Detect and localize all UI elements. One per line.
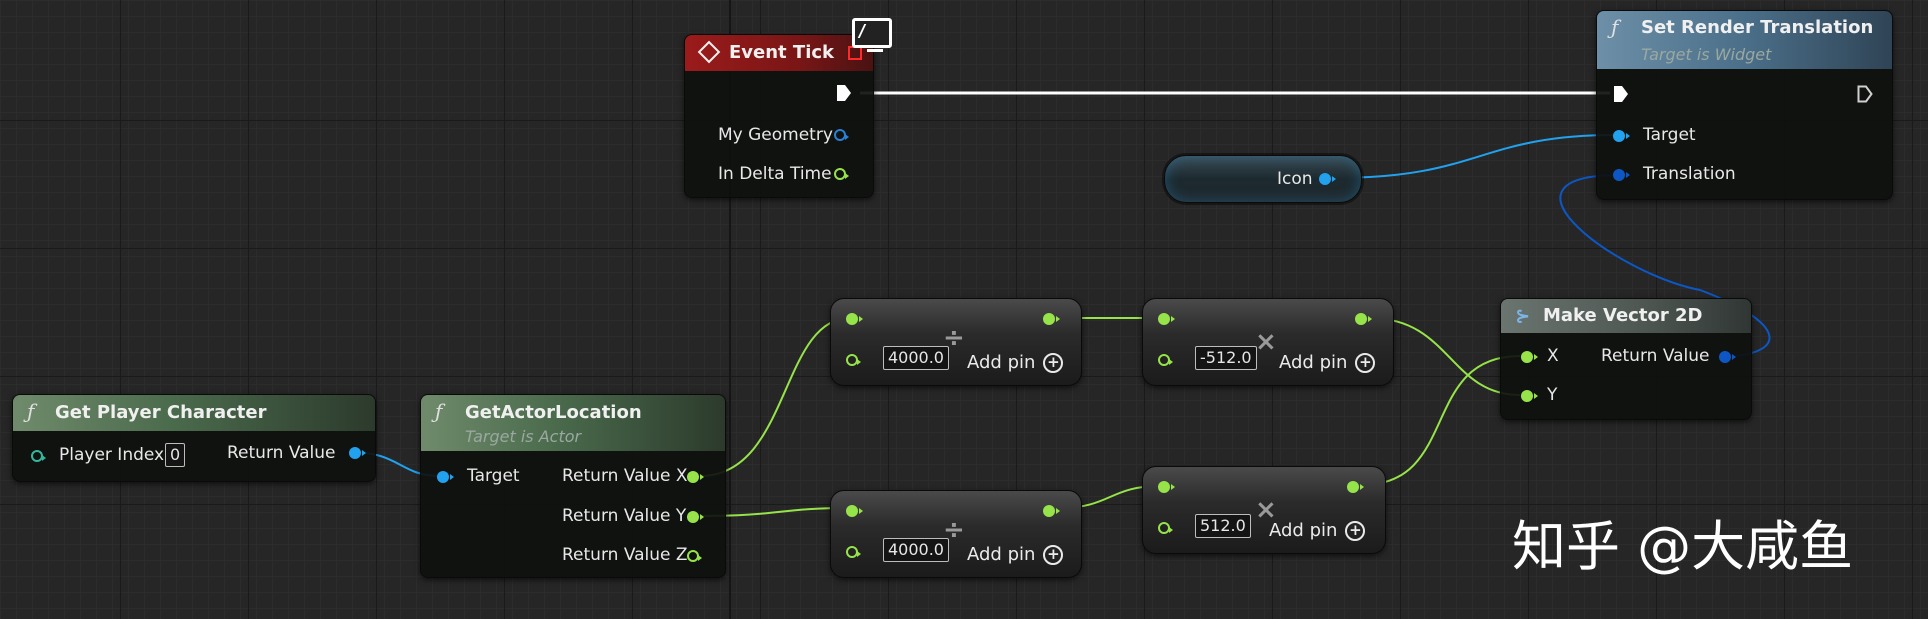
input-a-pin[interactable] xyxy=(1158,481,1175,493)
y-label: Y xyxy=(1547,385,1558,405)
target-label: Target xyxy=(467,466,520,486)
node-header: ⊱ Make Vector 2D xyxy=(1501,299,1751,333)
node-subtitle: Target is Actor xyxy=(465,427,582,446)
return-value-pin[interactable] xyxy=(349,447,366,459)
in-delta-time-label: In Delta Time xyxy=(718,164,832,184)
node-title: Make Vector 2D xyxy=(1543,305,1703,326)
output-pin[interactable] xyxy=(1043,505,1060,517)
function-icon: ƒ xyxy=(27,399,35,423)
add-pin-button[interactable]: Add pin + xyxy=(1269,520,1366,541)
return-y-pin[interactable] xyxy=(687,511,704,523)
event-icon xyxy=(697,40,721,64)
input-b-pin[interactable] xyxy=(1158,522,1173,534)
plus-icon: + xyxy=(1043,353,1064,373)
multiply-icon: × xyxy=(1255,327,1277,357)
player-index-pin[interactable] xyxy=(31,450,46,462)
get-player-character-node[interactable]: ƒ Get Player Character Player Index 0 Re… xyxy=(12,394,376,482)
input-a-pin[interactable] xyxy=(1158,313,1175,325)
target-pin[interactable] xyxy=(437,471,454,483)
exec-out-pin[interactable] xyxy=(836,84,852,102)
output-pin[interactable] xyxy=(1355,313,1372,325)
input-b-pin[interactable] xyxy=(1158,354,1173,366)
divide-icon: ÷ xyxy=(943,323,965,353)
return-x-label: Return Value X xyxy=(562,466,688,486)
my-geometry-pin[interactable] xyxy=(834,129,849,141)
input-a-pin[interactable] xyxy=(846,505,863,517)
icon-variable-label: Icon xyxy=(1277,169,1313,189)
player-index-label: Player Index xyxy=(59,445,165,465)
target-pin[interactable] xyxy=(1613,130,1630,142)
output-pin[interactable] xyxy=(1043,313,1060,325)
return-z-pin[interactable] xyxy=(687,550,702,562)
return-y-label: Return Value Y xyxy=(562,506,687,526)
node-title: Event Tick xyxy=(729,42,835,63)
multiplier-input[interactable]: 512.0 xyxy=(1195,514,1251,538)
input-b-pin[interactable] xyxy=(846,546,861,558)
node-title: Set Render Translation xyxy=(1641,17,1874,38)
plus-icon: + xyxy=(1345,521,1366,541)
node-header: ƒ GetActorLocation Target is Actor xyxy=(421,395,725,451)
divisor-input[interactable]: 4000.0 xyxy=(883,346,949,370)
input-a-pin[interactable] xyxy=(846,313,863,325)
node-header: ƒ Set Render Translation Target is Widge… xyxy=(1597,11,1892,69)
node-subtitle: Target is Widget xyxy=(1641,45,1772,64)
object-wire-icon xyxy=(1334,134,1616,179)
divide-node-top[interactable]: 4000.0 ÷ Add pin + xyxy=(830,298,1082,386)
return-z-label: Return Value Z xyxy=(562,545,688,565)
make-vector-2d-node[interactable]: ⊱ Make Vector 2D X Return Value Y xyxy=(1500,298,1752,420)
y-pin[interactable] xyxy=(1521,390,1538,402)
translation-pin[interactable] xyxy=(1613,169,1630,181)
add-pin-button[interactable]: Add pin + xyxy=(967,352,1064,373)
add-pin-button[interactable]: Add pin + xyxy=(1279,352,1376,373)
input-b-pin[interactable] xyxy=(846,354,861,366)
return-value-label: Return Value xyxy=(1601,346,1710,366)
watermark-text: 知乎 @大咸鱼 xyxy=(1512,515,1854,578)
return-value-label: Return Value xyxy=(227,443,336,463)
player-index-input[interactable]: 0 xyxy=(165,443,186,467)
multiply-node-top[interactable]: -512.0 × Add pin + xyxy=(1142,298,1394,386)
set-render-translation-node[interactable]: ƒ Set Render Translation Target is Widge… xyxy=(1596,10,1893,200)
node-header: Event Tick xyxy=(685,35,873,71)
get-actor-location-node[interactable]: ƒ GetActorLocation Target is Actor Targe… xyxy=(420,394,726,578)
node-title: Get Player Character xyxy=(55,402,267,423)
exec-out-pin[interactable] xyxy=(1857,85,1873,103)
return-x-pin[interactable] xyxy=(687,471,704,483)
output-pin[interactable] xyxy=(1347,481,1364,493)
my-geometry-label: My Geometry xyxy=(718,125,833,145)
function-icon: ƒ xyxy=(435,399,443,423)
add-pin-button[interactable]: Add pin + xyxy=(967,544,1064,565)
x-pin[interactable] xyxy=(1521,351,1538,363)
client-monitor-icon xyxy=(852,18,892,52)
plus-icon: + xyxy=(1355,353,1376,373)
x-label: X xyxy=(1547,346,1559,366)
multiply-node-bottom[interactable]: 512.0 × Add pin + xyxy=(1142,466,1386,554)
plus-icon: + xyxy=(1043,545,1064,565)
struct-icon: ⊱ xyxy=(1515,306,1531,327)
delegate-pin[interactable] xyxy=(848,46,862,60)
return-value-pin[interactable] xyxy=(1719,351,1736,363)
node-header: ƒ Get Player Character xyxy=(13,395,375,431)
in-delta-time-pin[interactable] xyxy=(834,168,849,180)
exec-in-pin[interactable] xyxy=(1613,85,1629,103)
icon-variable-node[interactable]: Icon xyxy=(1164,155,1362,203)
divide-node-bottom[interactable]: 4000.0 ÷ Add pin + xyxy=(830,490,1082,578)
translation-label: Translation xyxy=(1643,164,1736,184)
multiplier-input[interactable]: -512.0 xyxy=(1195,346,1257,370)
node-title: GetActorLocation xyxy=(465,402,642,423)
function-icon: ƒ xyxy=(1611,15,1619,39)
divisor-input[interactable]: 4000.0 xyxy=(883,538,949,562)
target-label: Target xyxy=(1643,125,1696,145)
icon-variable-pin[interactable] xyxy=(1319,173,1336,185)
divide-icon: ÷ xyxy=(943,515,965,545)
event-tick-node[interactable]: Event Tick My Geometry In Delta Time xyxy=(684,34,874,198)
